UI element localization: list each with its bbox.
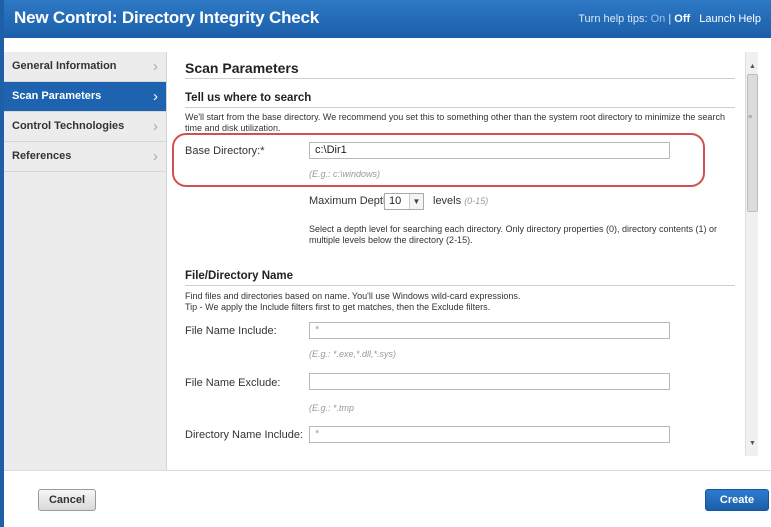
maximum-depth-value: 10 <box>389 195 402 207</box>
cancel-button[interactable]: Cancel <box>38 489 96 511</box>
chevron-right-icon: › <box>153 88 158 105</box>
footer-divider <box>4 470 771 471</box>
sidebar-item-label: Scan Parameters <box>12 90 102 102</box>
maximum-depth-select[interactable]: 10 ▼ <box>384 193 424 210</box>
scrollbar-thumb[interactable] <box>747 74 758 212</box>
sidebar-item-control-technologies[interactable]: Control Technologies › <box>4 112 166 142</box>
create-button[interactable]: Create <box>705 489 769 511</box>
dialog-title: New Control: Directory Integrity Check <box>14 8 320 27</box>
launch-help-link[interactable]: Launch Help <box>699 13 761 25</box>
names-description-1: Find files and directories based on name… <box>185 291 521 301</box>
help-tips-on-link[interactable]: On <box>651 13 666 25</box>
base-directory-label: Base Directory:* <box>185 145 265 157</box>
maximum-depth-label: Maximum Depth <box>309 195 390 207</box>
help-tips-separator: | <box>668 13 672 25</box>
directory-name-include-label: Directory Name Include: <box>185 429 303 441</box>
base-directory-hint: (E.g.: c:\windows) <box>309 169 381 179</box>
sidebar-nav: General Information › Scan Parameters › … <box>4 52 167 470</box>
names-description-2: Tip - We apply the Include filters first… <box>185 302 491 312</box>
chevron-down-icon[interactable]: ▼ <box>409 194 423 209</box>
levels-text: levels <box>433 195 462 207</box>
help-tips-label: Turn help tips: <box>578 13 648 25</box>
sidebar-item-general-information[interactable]: General Information › <box>4 52 166 82</box>
where-heading: Tell us where to search <box>185 92 312 104</box>
depth-description: Select a depth level for searching each … <box>309 224 718 245</box>
chevron-right-icon: › <box>153 118 158 135</box>
scrollbar-grip-icon: ≡ <box>748 114 753 121</box>
directory-name-include-input[interactable]: * <box>309 426 670 443</box>
sidebar-item-label: Control Technologies <box>12 120 125 132</box>
file-name-exclude-label: File Name Exclude: <box>185 377 281 389</box>
section-title: Scan Parameters <box>185 60 299 76</box>
where-divider <box>185 107 735 108</box>
chevron-right-icon: › <box>153 58 158 75</box>
section-divider <box>185 78 735 79</box>
levels-label: levels (0-15) <box>433 195 488 207</box>
file-name-exclude-input[interactable] <box>309 373 670 390</box>
file-name-include-hint: (E.g.: *.exe,*.dll,*.sys) <box>309 349 397 359</box>
dialog-window: New Control: Directory Integrity Check T… <box>0 0 771 527</box>
chevron-right-icon: › <box>153 148 158 165</box>
help-tips-off-link[interactable]: Off <box>674 13 690 25</box>
title-bar: New Control: Directory Integrity Check T… <box>4 0 771 38</box>
base-directory-input[interactable]: c:\Dir1 <box>309 142 670 159</box>
file-name-exclude-hint: (E.g.: *.tmp <box>309 403 355 413</box>
scroll-down-icon[interactable]: ▼ <box>746 437 759 450</box>
scan-parameters-panel[interactable]: Scan Parameters Tell us where to search … <box>167 52 745 470</box>
sidebar-item-label: General Information <box>12 60 117 72</box>
file-name-include-input[interactable]: * <box>309 322 670 339</box>
scroll-up-icon[interactable]: ▲ <box>746 60 759 73</box>
file-directory-name-heading: File/Directory Name <box>185 270 294 282</box>
file-directory-name-divider <box>185 285 735 286</box>
sidebar-item-scan-parameters[interactable]: Scan Parameters › <box>4 82 166 112</box>
levels-range: (0-15) <box>464 196 489 206</box>
vertical-scrollbar[interactable]: ▲ ≡ ▼ <box>745 52 758 456</box>
help-tips-bar: Turn help tips: On | Off Launch Help <box>578 13 761 25</box>
sidebar-item-label: References <box>12 150 72 162</box>
where-description: We'll start from the base directory. We … <box>185 112 725 133</box>
sidebar-item-references[interactable]: References › <box>4 142 166 172</box>
file-name-include-label: File Name Include: <box>185 325 277 337</box>
